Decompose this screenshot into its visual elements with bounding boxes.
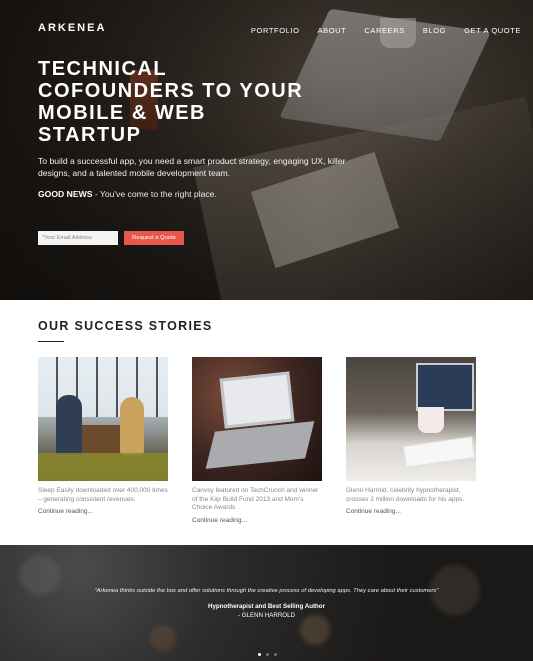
story-card: Sleep Easily downloaded over 400,000 tim…: [38, 357, 168, 515]
image-keyboard: [205, 421, 315, 469]
continue-reading-link[interactable]: Continue reading...: [346, 508, 476, 515]
story-card: Canvsy featured on TechCrunch and winner…: [192, 357, 322, 524]
good-news-label: GOOD NEWS: [38, 189, 93, 199]
image-sofa: [38, 453, 168, 481]
carousel-dots: [258, 653, 277, 656]
nav-item-about[interactable]: ABOUT: [318, 26, 347, 35]
continue-reading-link[interactable]: Continue reading...: [38, 508, 168, 515]
story-image-glenn-harrold[interactable]: [346, 357, 476, 481]
main-nav: PORTFOLIO ABOUT CAREERS BLOG GET A QUOTE: [251, 26, 521, 35]
carousel-dot[interactable]: [258, 653, 261, 656]
carousel-dot[interactable]: [274, 653, 277, 656]
nav-item-portfolio[interactable]: PORTFOLIO: [251, 26, 300, 35]
nav-item-get-a-quote[interactable]: GET A QUOTE: [464, 26, 521, 35]
continue-reading-link[interactable]: Continue reading...: [192, 517, 322, 524]
image-person: [56, 395, 82, 455]
hero-title-line: STARTUP: [38, 124, 142, 146]
testimonial-author-role: Hypnotherapist and Best Selling Author: [208, 603, 325, 610]
hero-overlay: [0, 0, 533, 300]
testimonial-quote: "Arkenea thinks outside the box and offe…: [94, 588, 439, 594]
good-news-text: - You've come to the right place.: [92, 189, 217, 199]
image-person: [120, 397, 144, 455]
brand-logo[interactable]: ARKENEA: [38, 22, 106, 34]
hero-title-line: COFOUNDERS TO YOUR: [38, 80, 304, 102]
hero-title: TECHNICAL COFOUNDERS TO YOUR MOBILE & WE…: [38, 58, 358, 146]
email-field[interactable]: [38, 231, 118, 245]
story-description: Canvsy featured on TechCrunch and winner…: [192, 487, 319, 511]
hero-section: ARKENEA PORTFOLIO ABOUT CAREERS BLOG GET…: [0, 0, 533, 300]
story-description: Sleep Easily downloaded over 400,000 tim…: [38, 487, 168, 503]
story-description: Glenn Harrold, celebrity hypnotherapist,…: [346, 487, 465, 503]
nav-item-blog[interactable]: BLOG: [423, 26, 446, 35]
hero-title-line: MOBILE & WEB: [38, 102, 206, 124]
nav-item-careers[interactable]: CAREERS: [364, 26, 404, 35]
story-card: Glenn Harrold, celebrity hypnotherapist,…: [346, 357, 476, 515]
image-monitor: [416, 363, 474, 411]
heading-divider: [38, 341, 64, 342]
hero-subtitle: To build a successful app, you need a sm…: [38, 156, 346, 178]
request-quote-button[interactable]: Request a Quote: [124, 231, 184, 245]
image-laptop-screen: [219, 371, 295, 429]
testimonial-author-name: - GLENN HARROLD: [237, 612, 296, 619]
story-image-canvsy[interactable]: [192, 357, 322, 481]
carousel-dot[interactable]: [266, 653, 269, 656]
section-heading: OUR SUCCESS STORIES: [38, 319, 213, 333]
image-mug: [418, 407, 444, 433]
good-news-line: GOOD NEWS - You've come to the right pla…: [38, 189, 217, 199]
hero-title-line: TECHNICAL: [38, 58, 168, 80]
story-image-sleep-easily[interactable]: [38, 357, 168, 481]
image-keyboard: [402, 436, 476, 468]
